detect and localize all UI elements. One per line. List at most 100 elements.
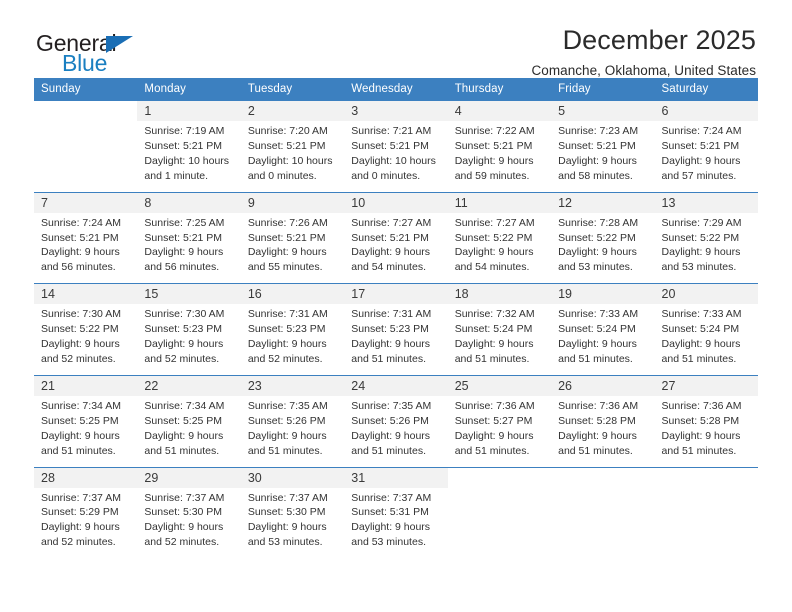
day-daylight-line1-text: Daylight: 9 hours bbox=[247, 338, 327, 351]
day-sunset-text: Sunset: 5:28 PM bbox=[558, 414, 636, 427]
day-number-cell[interactable]: 20 bbox=[654, 283, 758, 305]
day-daylight-line1-text: Daylight: 10 hours bbox=[144, 154, 230, 167]
day-daylight-line1-text: Daylight: 9 hours bbox=[558, 154, 637, 167]
day-sunset-text: Sunset: 5:21 PM bbox=[351, 231, 429, 244]
day-details-cell: Sunrise: 7:37 AM Sunset: 5:30 PM Daylight:… bbox=[137, 487, 241, 559]
day-details-cell: Sunrise: 7:20 AM Sunset: 5:21 PM Daylight:… bbox=[240, 121, 345, 193]
day-number-cell[interactable]: 12 bbox=[551, 191, 655, 213]
day-sunrise-text: Sunrise: 7:36 AM bbox=[454, 399, 535, 412]
day-details-cell: Sunrise: 7:22 AM Sunset: 5:21 PM Daylight:… bbox=[447, 121, 552, 193]
day-number-cell[interactable]: 24 bbox=[344, 374, 448, 396]
logo-text-blue: Blue bbox=[62, 50, 108, 76]
day-number-cell[interactable]: 18 bbox=[447, 283, 552, 305]
day-number-cell[interactable]: 14 bbox=[34, 283, 138, 305]
day-number-cell[interactable]: 13 bbox=[654, 191, 758, 213]
day-sunrise-text: Sunrise: 7:24 AM bbox=[661, 125, 742, 137]
day-details-cell: Sunrise: 7:23 AM Sunset: 5:21 PM Daylight:… bbox=[551, 121, 655, 193]
day-details-cell: Sunrise: 7:31 AM Sunset: 5:23 PM Daylight:… bbox=[240, 304, 345, 376]
day-sunset-text: Sunset: 5:26 PM bbox=[247, 414, 326, 427]
day-number-cell[interactable]: 5 bbox=[551, 100, 655, 121]
logo-triangle-icon bbox=[106, 36, 133, 53]
day-daylight-line2-text: and 53 minutes. bbox=[661, 261, 737, 274]
weekday-header-wednesday: Wednesday bbox=[344, 78, 448, 101]
day-number-cell[interactable]: 30 bbox=[240, 466, 345, 488]
week-details-row: Sunrise: 7:30 AM Sunset: 5:22 PM Daylight:… bbox=[34, 304, 758, 376]
day-number-cell[interactable]: 1 bbox=[137, 100, 241, 121]
day-sunset-text: Sunset: 5:30 PM bbox=[144, 506, 223, 519]
day-details-empty bbox=[34, 121, 138, 193]
day-details-cell: Sunrise: 7:30 AM Sunset: 5:22 PM Daylight:… bbox=[34, 304, 138, 376]
day-number-cell[interactable]: 21 bbox=[34, 374, 138, 396]
day-daylight-line1-text: Daylight: 9 hours bbox=[144, 246, 224, 259]
day-daylight-line2-text: and 56 minutes. bbox=[41, 261, 116, 274]
day-number-cell[interactable]: 25 bbox=[447, 374, 552, 396]
day-details-cell: Sunrise: 7:29 AM Sunset: 5:22 PM Daylight:… bbox=[654, 212, 758, 284]
day-number-empty bbox=[551, 466, 655, 488]
day-number-cell[interactable]: 4 bbox=[447, 100, 552, 121]
day-sunrise-text: Sunrise: 7:23 AM bbox=[558, 125, 639, 137]
day-daylight-line2-text: and 55 minutes. bbox=[247, 261, 323, 274]
day-daylight-line2-text: and 51 minutes. bbox=[454, 352, 530, 365]
day-daylight-line2-text: and 51 minutes. bbox=[558, 352, 633, 365]
day-details-cell: Sunrise: 7:26 AM Sunset: 5:21 PM Daylight:… bbox=[240, 212, 345, 284]
day-number-cell[interactable]: 8 bbox=[137, 191, 241, 213]
day-details-empty bbox=[447, 487, 552, 559]
day-number-cell[interactable]: 10 bbox=[344, 191, 448, 213]
day-sunset-text: Sunset: 5:27 PM bbox=[454, 414, 533, 427]
day-sunrise-text: Sunrise: 7:34 AM bbox=[144, 399, 225, 412]
day-number-cell[interactable]: 7 bbox=[34, 191, 138, 213]
calendar-page: General Blue December 2025 Comanche, Okl… bbox=[0, 0, 792, 612]
day-sunrise-text: Sunrise: 7:20 AM bbox=[247, 125, 328, 137]
day-number-cell[interactable]: 11 bbox=[447, 191, 552, 213]
day-number-cell[interactable]: 27 bbox=[654, 374, 758, 396]
day-number-cell[interactable]: 16 bbox=[240, 283, 345, 305]
day-details-cell: Sunrise: 7:37 AM Sunset: 5:31 PM Daylight:… bbox=[344, 487, 448, 559]
day-daylight-line2-text: and 56 minutes. bbox=[144, 261, 220, 274]
day-number-cell[interactable]: 29 bbox=[137, 466, 241, 488]
day-daylight-line1-text: Daylight: 9 hours bbox=[661, 246, 741, 259]
generalblue-logo[interactable]: General Blue bbox=[34, 26, 154, 76]
day-details-cell: Sunrise: 7:30 AM Sunset: 5:23 PM Daylight:… bbox=[137, 304, 241, 376]
day-sunset-text: Sunset: 5:21 PM bbox=[247, 231, 326, 244]
day-number-cell[interactable]: 6 bbox=[654, 100, 758, 121]
day-daylight-line1-text: Daylight: 9 hours bbox=[351, 429, 431, 442]
day-sunrise-text: Sunrise: 7:37 AM bbox=[351, 491, 432, 504]
day-details-cell: Sunrise: 7:36 AM Sunset: 5:27 PM Daylight:… bbox=[447, 395, 552, 467]
day-sunrise-text: Sunrise: 7:22 AM bbox=[454, 125, 535, 137]
day-sunrise-text: Sunrise: 7:26 AM bbox=[247, 216, 328, 229]
day-number-empty bbox=[447, 466, 552, 488]
day-daylight-line2-text: and 51 minutes. bbox=[661, 444, 737, 457]
day-number-cell[interactable]: 19 bbox=[551, 283, 655, 305]
weekday-header-sunday: Sunday bbox=[34, 78, 138, 101]
day-details-cell: Sunrise: 7:27 AM Sunset: 5:21 PM Daylight:… bbox=[344, 212, 448, 284]
day-details-cell: Sunrise: 7:24 AM Sunset: 5:21 PM Daylight:… bbox=[654, 121, 758, 193]
day-number-cell[interactable]: 31 bbox=[344, 466, 448, 488]
week-details-row: Sunrise: 7:19 AM Sunset: 5:21 PM Daylight:… bbox=[34, 121, 758, 193]
day-number-cell[interactable]: 9 bbox=[240, 191, 345, 213]
day-number-cell[interactable]: 15 bbox=[137, 283, 241, 305]
day-details-cell: Sunrise: 7:25 AM Sunset: 5:21 PM Daylight:… bbox=[137, 212, 241, 284]
day-sunrise-text: Sunrise: 7:34 AM bbox=[41, 399, 121, 412]
day-daylight-line1-text: Daylight: 9 hours bbox=[661, 154, 741, 167]
day-sunset-text: Sunset: 5:28 PM bbox=[661, 414, 740, 427]
day-daylight-line2-text: and 51 minutes. bbox=[661, 352, 737, 365]
day-number-cell[interactable]: 23 bbox=[240, 374, 345, 396]
day-details-cell: Sunrise: 7:36 AM Sunset: 5:28 PM Daylight:… bbox=[654, 395, 758, 467]
day-number-cell[interactable]: 3 bbox=[344, 100, 448, 121]
day-sunset-text: Sunset: 5:29 PM bbox=[41, 506, 119, 519]
day-number-cell[interactable]: 22 bbox=[137, 374, 241, 396]
day-sunset-text: Sunset: 5:21 PM bbox=[661, 139, 740, 152]
day-daylight-line1-text: Daylight: 9 hours bbox=[558, 429, 637, 442]
day-daylight-line2-text: and 51 minutes. bbox=[247, 444, 323, 457]
day-daylight-line2-text: and 52 minutes. bbox=[41, 352, 116, 365]
day-number-cell[interactable]: 28 bbox=[34, 466, 138, 488]
week-details-row: Sunrise: 7:37 AM Sunset: 5:29 PM Daylight:… bbox=[34, 487, 758, 559]
day-daylight-line2-text: and 1 minute. bbox=[144, 169, 209, 182]
day-details-cell: Sunrise: 7:35 AM Sunset: 5:26 PM Daylight:… bbox=[344, 395, 448, 467]
day-details-cell: Sunrise: 7:34 AM Sunset: 5:25 PM Daylight:… bbox=[34, 395, 138, 467]
day-sunrise-text: Sunrise: 7:19 AM bbox=[144, 125, 225, 137]
day-number-cell[interactable]: 2 bbox=[240, 100, 345, 121]
title-block: December 2025 Comanche, Oklahoma, United… bbox=[531, 26, 758, 79]
day-number-cell[interactable]: 26 bbox=[551, 374, 655, 396]
day-number-cell[interactable]: 17 bbox=[344, 283, 448, 305]
